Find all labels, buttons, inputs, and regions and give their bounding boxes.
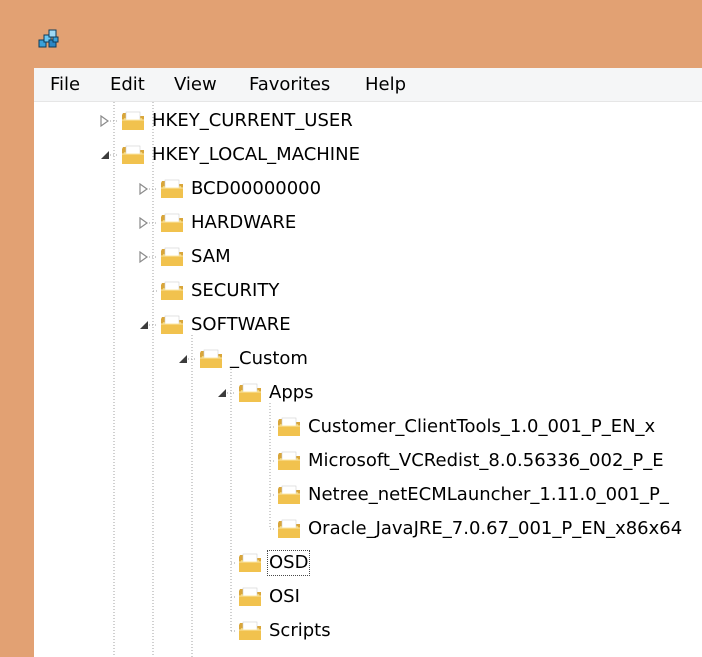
menu-favorites[interactable]: Favorites — [249, 68, 330, 101]
tree-node-label: Apps — [269, 382, 314, 403]
folder-icon — [278, 519, 300, 538]
folder-icon — [161, 179, 183, 198]
tree-node-label: Oracle_JavaJRE_7.0.67_001_P_EN_x86x64 — [308, 518, 683, 539]
folder-icon — [161, 315, 183, 334]
expand-arrow-icon[interactable] — [98, 113, 112, 129]
menu-edit[interactable]: Edit — [110, 68, 145, 101]
folder-icon — [122, 111, 144, 130]
tree-node-label: Microsoft_VCRedist_8.0.56336_002_P_E — [308, 450, 664, 471]
folder-icon — [239, 383, 261, 402]
expand-arrow-icon[interactable] — [137, 249, 151, 265]
tree-node-osd[interactable]: OSD — [34, 546, 702, 580]
collapse-arrow-icon[interactable] — [98, 147, 112, 163]
tree-node-hkey-local-machine[interactable]: HKEY_LOCAL_MACHINE — [34, 138, 702, 172]
tree-node-label: OSD — [267, 550, 311, 576]
folder-icon — [239, 587, 261, 606]
folder-icon — [161, 281, 183, 300]
collapse-arrow-icon[interactable] — [215, 385, 229, 401]
folder-icon — [239, 621, 261, 640]
folder-icon — [122, 145, 144, 164]
tree-node-label: SAM — [191, 246, 231, 267]
tree-node-label: Netree_netECMLauncher_1.11.0_001_P_ — [308, 484, 669, 505]
tree-node-label: _Custom — [230, 348, 308, 369]
tree-node-label: BCD00000000 — [191, 178, 322, 199]
tree-node-osi[interactable]: OSI — [34, 580, 702, 614]
tree-node-label: HKEY_CURRENT_USER — [152, 110, 353, 131]
folder-icon — [239, 553, 261, 572]
tree-node-label: OSI — [269, 586, 300, 607]
tree-node-label: HARDWARE — [191, 212, 297, 233]
tree-node-hkey-current-user[interactable]: HKEY_CURRENT_USER — [34, 104, 702, 138]
menu-file[interactable]: File — [50, 68, 80, 101]
menu-help[interactable]: Help — [365, 68, 406, 101]
collapse-arrow-icon[interactable] — [137, 317, 151, 333]
tree-node-scripts[interactable]: Scripts — [34, 614, 702, 648]
registry-tree[interactable]: HKEY_CURRENT_USER HKEY_LOCAL_MACHINE BCD00… — [34, 102, 702, 657]
folder-icon — [161, 247, 183, 266]
tree-node-bcd00000000[interactable]: BCD00000000 — [34, 172, 702, 206]
tree-node-sam[interactable]: SAM — [34, 240, 702, 274]
registry-editor-window: File Edit View Favorites Help HKEY_CURRE… — [0, 0, 702, 657]
client-area: File Edit View Favorites Help HKEY_CURRE… — [34, 68, 702, 657]
tree-node-customer-clienttools-1-0-001-p-en-x[interactable]: Customer_ClientTools_1.0_001_P_EN_x — [34, 410, 702, 444]
title-bar[interactable] — [0, 0, 702, 68]
expand-arrow-icon[interactable] — [137, 181, 151, 197]
expand-arrow-icon[interactable] — [137, 215, 151, 231]
folder-icon — [278, 451, 300, 470]
tree-node-label: Customer_ClientTools_1.0_001_P_EN_x — [308, 416, 656, 437]
collapse-arrow-icon[interactable] — [176, 351, 190, 367]
tree-node-custom[interactable]: _Custom — [34, 342, 702, 376]
tree-node-security[interactable]: SECURITY — [34, 274, 702, 308]
folder-icon — [161, 213, 183, 232]
menu-bar: File Edit View Favorites Help — [34, 68, 702, 102]
menu-view[interactable]: View — [174, 68, 217, 101]
tree-node-software[interactable]: SOFTWARE — [34, 308, 702, 342]
tree-node-label: HKEY_LOCAL_MACHINE — [152, 144, 360, 165]
tree-node-apps[interactable]: Apps — [34, 376, 702, 410]
tree-node-microsoft-vcredist-8-0-56336-002-p-e[interactable]: Microsoft_VCRedist_8.0.56336_002_P_E — [34, 444, 702, 478]
folder-icon — [278, 417, 300, 436]
tree-node-netree-netecmlauncher-1-11-0-001-p[interactable]: Netree_netECMLauncher_1.11.0_001_P_ — [34, 478, 702, 512]
tree-node-label: SOFTWARE — [191, 314, 291, 335]
folder-icon — [278, 485, 300, 504]
registry-editor-icon — [38, 29, 59, 48]
tree-node-label: Scripts — [269, 620, 331, 641]
tree-node-hardware[interactable]: HARDWARE — [34, 206, 702, 240]
tree-node-label: SECURITY — [191, 280, 280, 301]
tree-node-oracle-javajre-7-0-67-001-p-en-x86x64[interactable]: Oracle_JavaJRE_7.0.67_001_P_EN_x86x64 — [34, 512, 702, 546]
folder-icon — [200, 349, 222, 368]
